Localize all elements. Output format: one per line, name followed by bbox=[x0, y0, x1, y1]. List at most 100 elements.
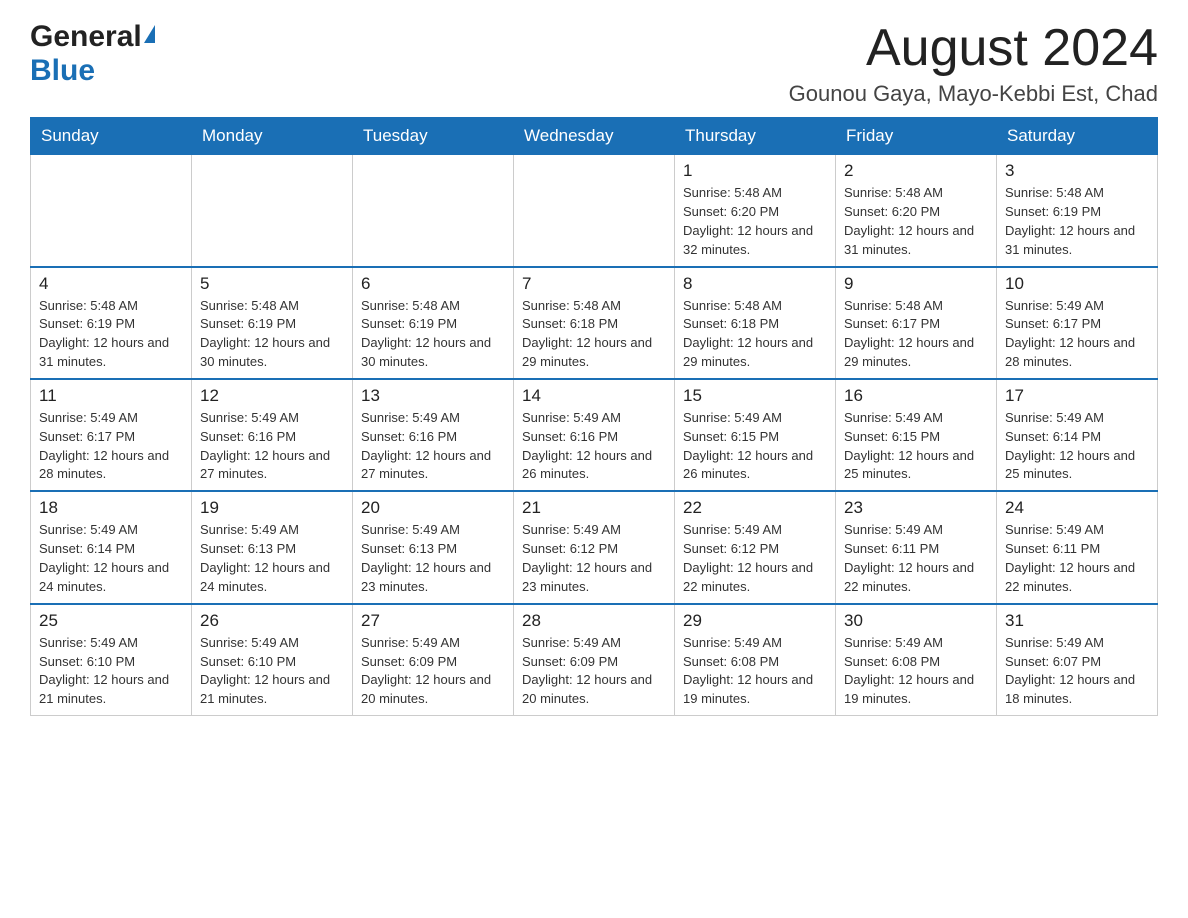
calendar-table: SundayMondayTuesdayWednesdayThursdayFrid… bbox=[30, 117, 1158, 716]
logo: General Blue bbox=[30, 20, 155, 88]
calendar-cell: 29 Sunrise: 5:49 AM Sunset: 6:08 PM Dayli… bbox=[675, 604, 836, 716]
day-number: 14 bbox=[522, 386, 666, 406]
day-number: 7 bbox=[522, 274, 666, 294]
day-info: Sunrise: 5:49 AM Sunset: 6:11 PM Dayligh… bbox=[844, 521, 988, 596]
day-info: Sunrise: 5:49 AM Sunset: 6:08 PM Dayligh… bbox=[683, 634, 827, 709]
day-info: Sunrise: 5:49 AM Sunset: 6:10 PM Dayligh… bbox=[39, 634, 183, 709]
day-number: 25 bbox=[39, 611, 183, 631]
day-number: 11 bbox=[39, 386, 183, 406]
day-number: 19 bbox=[200, 498, 344, 518]
day-number: 12 bbox=[200, 386, 344, 406]
calendar-cell bbox=[31, 155, 192, 267]
day-info: Sunrise: 5:49 AM Sunset: 6:15 PM Dayligh… bbox=[683, 409, 827, 484]
day-info: Sunrise: 5:48 AM Sunset: 6:18 PM Dayligh… bbox=[522, 297, 666, 372]
day-number: 17 bbox=[1005, 386, 1149, 406]
day-number: 1 bbox=[683, 161, 827, 181]
day-info: Sunrise: 5:49 AM Sunset: 6:07 PM Dayligh… bbox=[1005, 634, 1149, 709]
day-number: 18 bbox=[39, 498, 183, 518]
day-number: 28 bbox=[522, 611, 666, 631]
calendar-cell: 30 Sunrise: 5:49 AM Sunset: 6:08 PM Dayli… bbox=[836, 604, 997, 716]
day-number: 16 bbox=[844, 386, 988, 406]
day-info: Sunrise: 5:48 AM Sunset: 6:19 PM Dayligh… bbox=[1005, 184, 1149, 259]
calendar-cell: 24Sunrise: 5:49 AM Sunset: 6:11 PM Dayli… bbox=[997, 491, 1158, 603]
day-number: 5 bbox=[200, 274, 344, 294]
weekday-header-monday: Monday bbox=[192, 118, 353, 155]
day-info: Sunrise: 5:48 AM Sunset: 6:20 PM Dayligh… bbox=[844, 184, 988, 259]
calendar-cell: 31Sunrise: 5:49 AM Sunset: 6:07 PM Dayli… bbox=[997, 604, 1158, 716]
day-info: Sunrise: 5:49 AM Sunset: 6:14 PM Dayligh… bbox=[1005, 409, 1149, 484]
calendar-week-row: 25 Sunrise: 5:49 AM Sunset: 6:10 PM Dayli… bbox=[31, 604, 1158, 716]
day-info: Sunrise: 5:49 AM Sunset: 6:12 PM Dayligh… bbox=[683, 521, 827, 596]
day-number: 13 bbox=[361, 386, 505, 406]
day-number: 30 bbox=[844, 611, 988, 631]
page-header: General Blue August 2024 Gounou Gaya, Ma… bbox=[30, 20, 1158, 107]
logo-blue-text: Blue bbox=[30, 54, 95, 87]
calendar-cell: 26 Sunrise: 5:49 AM Sunset: 6:10 PM Dayli… bbox=[192, 604, 353, 716]
calendar-cell: 23Sunrise: 5:49 AM Sunset: 6:11 PM Dayli… bbox=[836, 491, 997, 603]
calendar-cell bbox=[353, 155, 514, 267]
day-number: 4 bbox=[39, 274, 183, 294]
weekday-header-wednesday: Wednesday bbox=[514, 118, 675, 155]
calendar-cell: 18Sunrise: 5:49 AM Sunset: 6:14 PM Dayli… bbox=[31, 491, 192, 603]
weekday-header-thursday: Thursday bbox=[675, 118, 836, 155]
day-info: Sunrise: 5:49 AM Sunset: 6:09 PM Dayligh… bbox=[522, 634, 666, 709]
day-info: Sunrise: 5:49 AM Sunset: 6:16 PM Dayligh… bbox=[522, 409, 666, 484]
calendar-cell: 7 Sunrise: 5:48 AM Sunset: 6:18 PM Daylig… bbox=[514, 267, 675, 379]
day-info: Sunrise: 5:49 AM Sunset: 6:15 PM Dayligh… bbox=[844, 409, 988, 484]
calendar-cell: 27Sunrise: 5:49 AM Sunset: 6:09 PM Dayli… bbox=[353, 604, 514, 716]
calendar-week-row: 1 Sunrise: 5:48 AM Sunset: 6:20 PM Daylig… bbox=[31, 155, 1158, 267]
title-area: August 2024 Gounou Gaya, Mayo-Kebbi Est,… bbox=[789, 20, 1158, 107]
day-number: 20 bbox=[361, 498, 505, 518]
calendar-cell: 12 Sunrise: 5:49 AM Sunset: 6:16 PM Dayli… bbox=[192, 379, 353, 491]
day-info: Sunrise: 5:49 AM Sunset: 6:10 PM Dayligh… bbox=[200, 634, 344, 709]
location-subtitle: Gounou Gaya, Mayo-Kebbi Est, Chad bbox=[789, 81, 1158, 107]
calendar-cell: 10 Sunrise: 5:49 AM Sunset: 6:17 PM Dayli… bbox=[997, 267, 1158, 379]
weekday-header-sunday: Sunday bbox=[31, 118, 192, 155]
logo-arrow-icon bbox=[144, 25, 155, 43]
calendar-cell: 6Sunrise: 5:48 AM Sunset: 6:19 PM Daylig… bbox=[353, 267, 514, 379]
day-info: Sunrise: 5:49 AM Sunset: 6:16 PM Dayligh… bbox=[361, 409, 505, 484]
day-info: Sunrise: 5:48 AM Sunset: 6:18 PM Dayligh… bbox=[683, 297, 827, 372]
day-number: 29 bbox=[683, 611, 827, 631]
calendar-cell: 1Sunrise: 5:48 AM Sunset: 6:20 PM Daylig… bbox=[675, 155, 836, 267]
weekday-header-saturday: Saturday bbox=[997, 118, 1158, 155]
calendar-week-row: 4 Sunrise: 5:48 AM Sunset: 6:19 PM Daylig… bbox=[31, 267, 1158, 379]
calendar-cell: 3 Sunrise: 5:48 AM Sunset: 6:19 PM Daylig… bbox=[997, 155, 1158, 267]
day-info: Sunrise: 5:49 AM Sunset: 6:17 PM Dayligh… bbox=[1005, 297, 1149, 372]
calendar-header-row: SundayMondayTuesdayWednesdayThursdayFrid… bbox=[31, 118, 1158, 155]
calendar-cell: 17 Sunrise: 5:49 AM Sunset: 6:14 PM Dayli… bbox=[997, 379, 1158, 491]
calendar-cell: 16 Sunrise: 5:49 AM Sunset: 6:15 PM Dayli… bbox=[836, 379, 997, 491]
day-info: Sunrise: 5:48 AM Sunset: 6:17 PM Dayligh… bbox=[844, 297, 988, 372]
calendar-cell: 28 Sunrise: 5:49 AM Sunset: 6:09 PM Dayli… bbox=[514, 604, 675, 716]
day-number: 24 bbox=[1005, 498, 1149, 518]
calendar-cell: 9 Sunrise: 5:48 AM Sunset: 6:17 PM Daylig… bbox=[836, 267, 997, 379]
day-number: 3 bbox=[1005, 161, 1149, 181]
day-number: 9 bbox=[844, 274, 988, 294]
day-info: Sunrise: 5:49 AM Sunset: 6:13 PM Dayligh… bbox=[200, 521, 344, 596]
day-info: Sunrise: 5:49 AM Sunset: 6:13 PM Dayligh… bbox=[361, 521, 505, 596]
day-number: 21 bbox=[522, 498, 666, 518]
calendar-cell bbox=[192, 155, 353, 267]
day-number: 15 bbox=[683, 386, 827, 406]
day-number: 26 bbox=[200, 611, 344, 631]
calendar-cell: 25 Sunrise: 5:49 AM Sunset: 6:10 PM Dayli… bbox=[31, 604, 192, 716]
day-number: 22 bbox=[683, 498, 827, 518]
calendar-cell: 20 Sunrise: 5:49 AM Sunset: 6:13 PM Dayli… bbox=[353, 491, 514, 603]
day-number: 27 bbox=[361, 611, 505, 631]
calendar-cell: 22 Sunrise: 5:49 AM Sunset: 6:12 PM Dayli… bbox=[675, 491, 836, 603]
calendar-cell: 4 Sunrise: 5:48 AM Sunset: 6:19 PM Daylig… bbox=[31, 267, 192, 379]
weekday-header-tuesday: Tuesday bbox=[353, 118, 514, 155]
calendar-cell: 14 Sunrise: 5:49 AM Sunset: 6:16 PM Dayli… bbox=[514, 379, 675, 491]
calendar-week-row: 18Sunrise: 5:49 AM Sunset: 6:14 PM Dayli… bbox=[31, 491, 1158, 603]
calendar-cell: 19 Sunrise: 5:49 AM Sunset: 6:13 PM Dayli… bbox=[192, 491, 353, 603]
weekday-header-friday: Friday bbox=[836, 118, 997, 155]
day-info: Sunrise: 5:49 AM Sunset: 6:16 PM Dayligh… bbox=[200, 409, 344, 484]
day-number: 6 bbox=[361, 274, 505, 294]
day-number: 10 bbox=[1005, 274, 1149, 294]
day-info: Sunrise: 5:49 AM Sunset: 6:08 PM Dayligh… bbox=[844, 634, 988, 709]
calendar-cell: 15 Sunrise: 5:49 AM Sunset: 6:15 PM Dayli… bbox=[675, 379, 836, 491]
day-info: Sunrise: 5:48 AM Sunset: 6:19 PM Dayligh… bbox=[200, 297, 344, 372]
calendar-cell: 5 Sunrise: 5:48 AM Sunset: 6:19 PM Daylig… bbox=[192, 267, 353, 379]
day-info: Sunrise: 5:48 AM Sunset: 6:19 PM Dayligh… bbox=[39, 297, 183, 372]
day-number: 8 bbox=[683, 274, 827, 294]
